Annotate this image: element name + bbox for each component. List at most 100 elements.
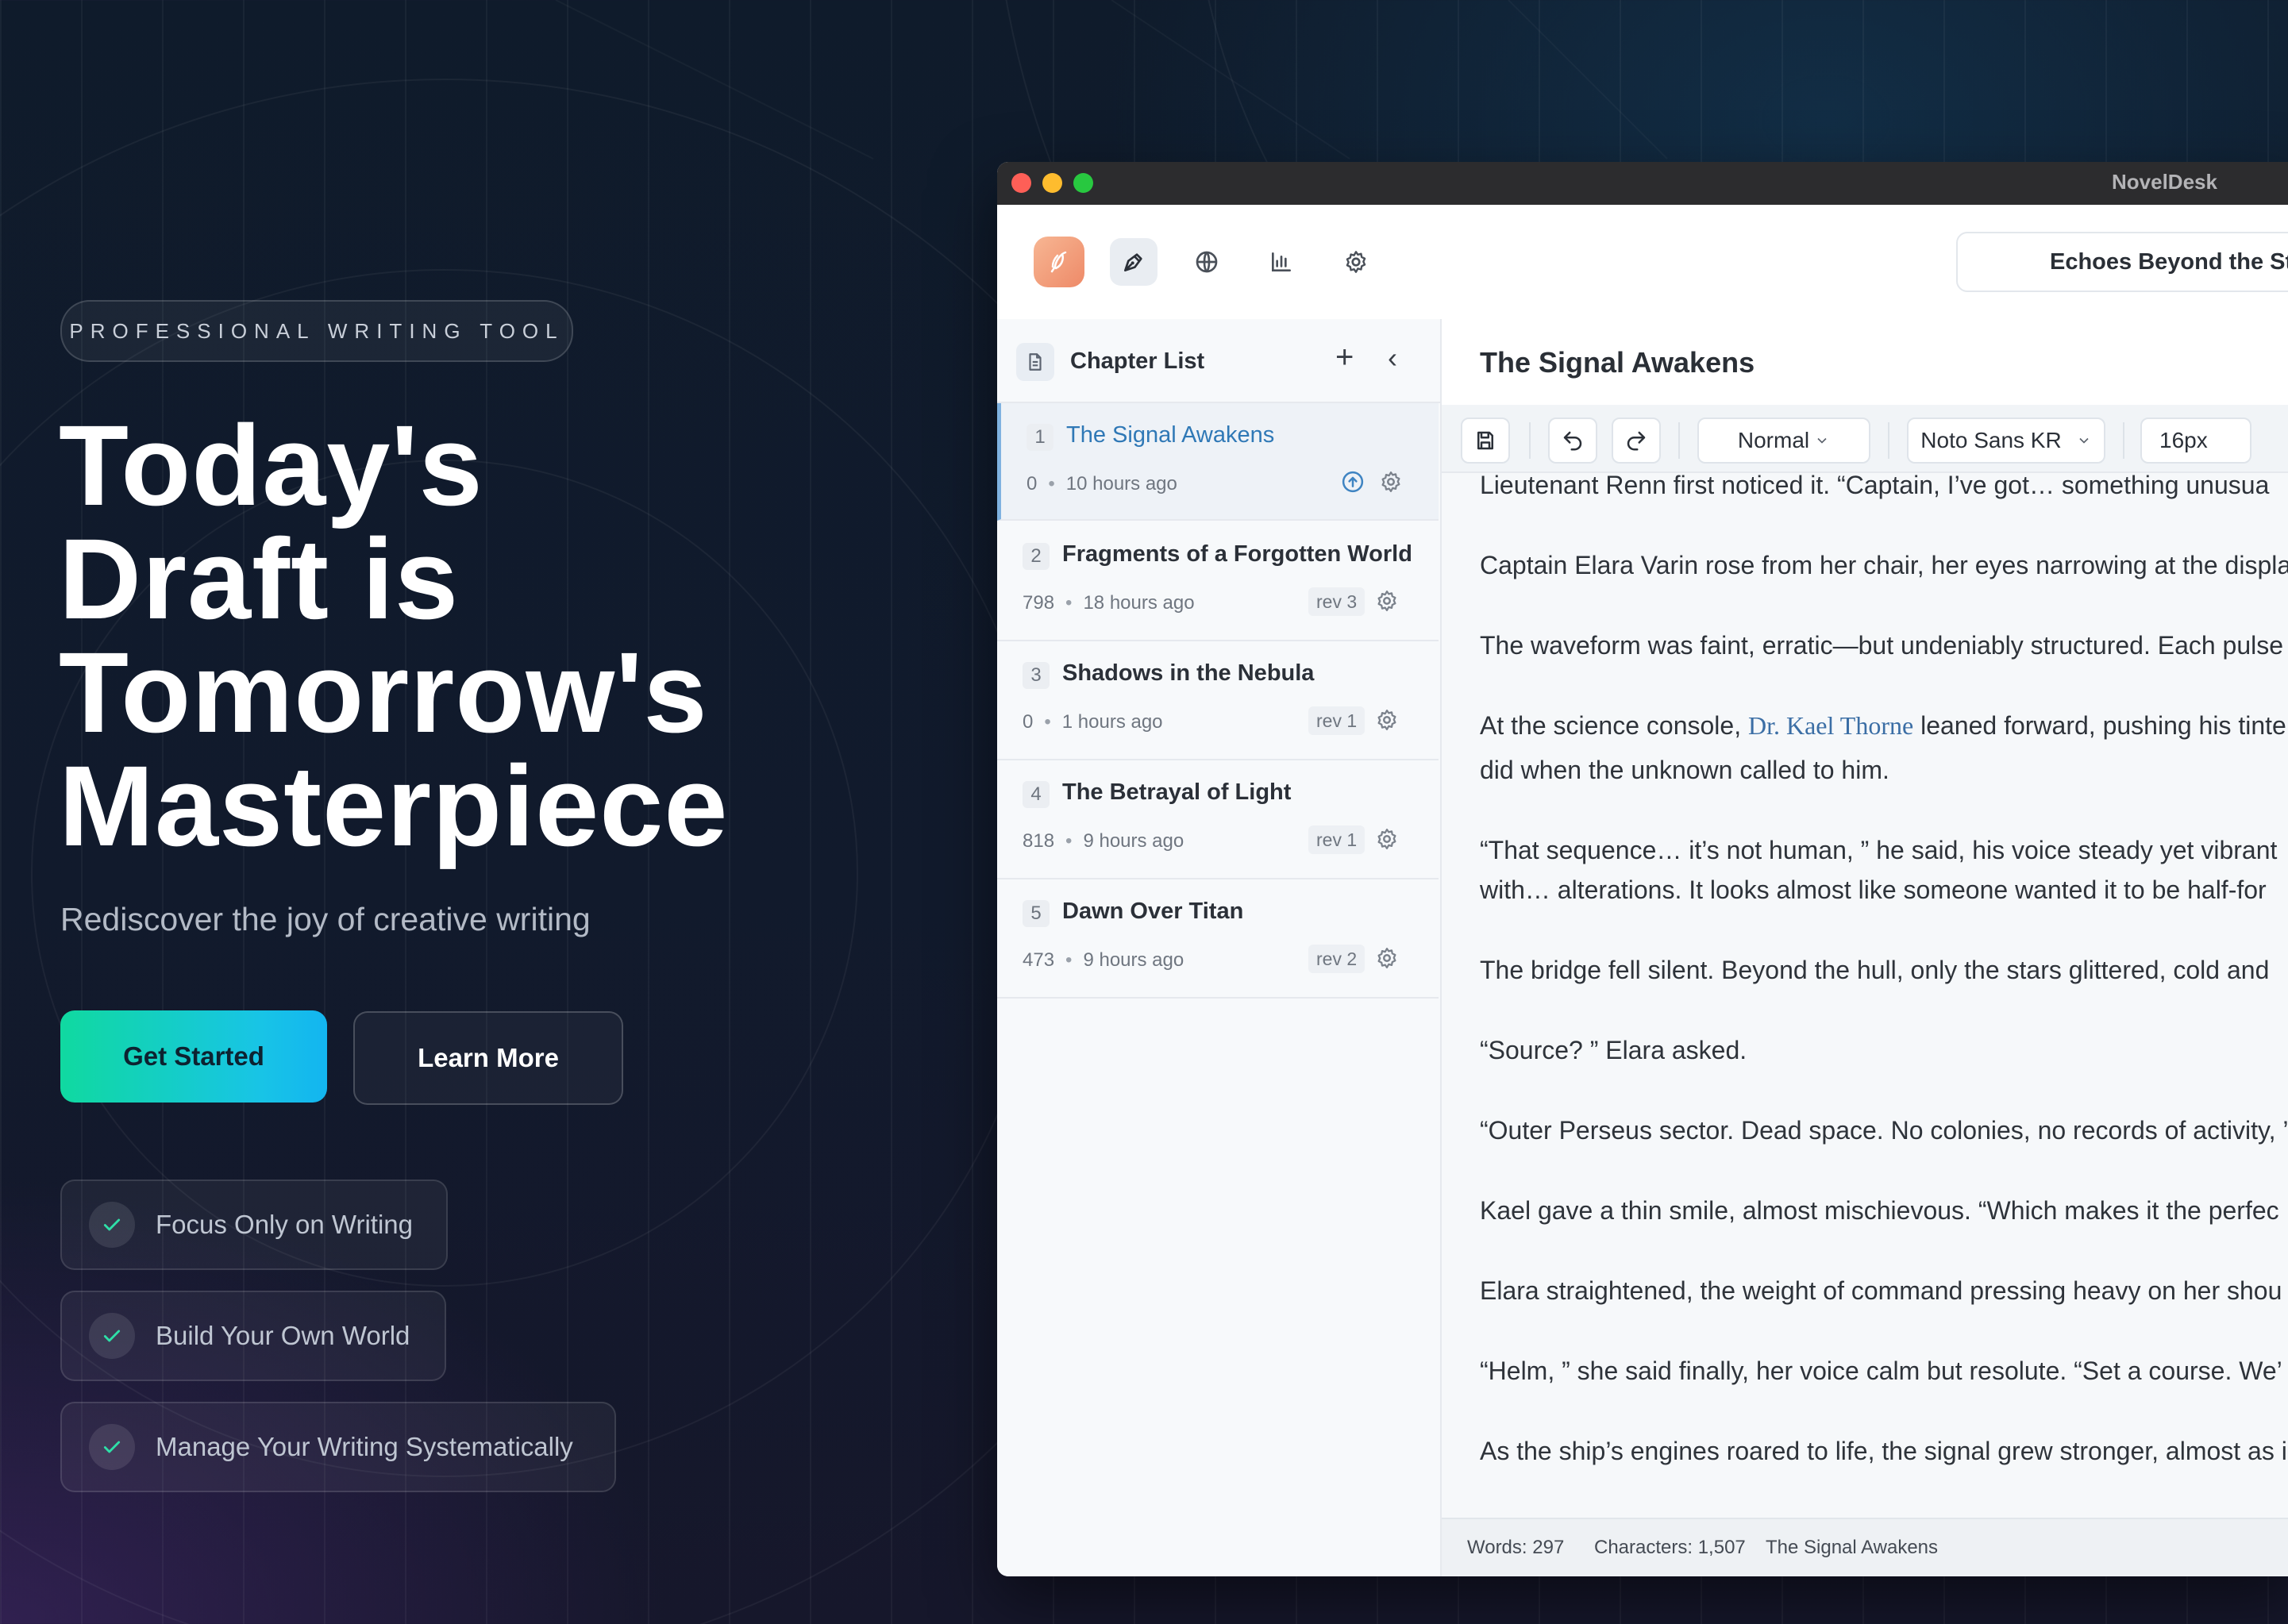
chevron-down-icon — [2079, 437, 2089, 444]
character-count-status: Characters: 1,507 — [1594, 1537, 1746, 1558]
feather-logo-icon — [1050, 251, 1067, 273]
chapter-meta: 818 • 9 hours ago — [1023, 830, 1184, 852]
redo-icon — [1627, 431, 1646, 451]
chevron-down-icon — [1817, 437, 1827, 444]
headline-line: Masterpiece — [59, 742, 729, 870]
close-window-button[interactable] — [1011, 173, 1031, 193]
paragraph: “That sequence… it’s not human, ” he sai… — [1480, 836, 2278, 864]
revision-badge: rev 1 — [1308, 825, 1365, 854]
size-value: 16px — [2159, 428, 2208, 452]
paragraph-style-select[interactable]: Normal — [1697, 418, 1870, 464]
paragraph: did when the unknown called to him. — [1480, 756, 1889, 784]
bar-chart-icon[interactable] — [1258, 238, 1305, 286]
paragraph: Elara straightened, the weight of comman… — [1480, 1276, 2282, 1305]
format-toolbar: Normal Noto Sans KR 16px — [1442, 405, 2288, 473]
chapter-item[interactable]: 3 Shadows in the Nebula 0 • 1 hours ago re… — [997, 641, 1439, 760]
chapter-item[interactable]: 4 The Betrayal of Light 818 • 9 hours ago … — [997, 760, 1439, 879]
font-size-select[interactable]: 16px — [2140, 418, 2251, 464]
separator — [1678, 422, 1680, 459]
feature-focus: Focus Only on Writing — [60, 1180, 448, 1270]
add-chapter-button[interactable]: + — [1335, 340, 1354, 375]
chapter-settings-icon[interactable] — [1379, 470, 1403, 498]
paragraph: “Helm, ” she said finally, her voice cal… — [1480, 1357, 2282, 1385]
globe-icon[interactable] — [1183, 238, 1231, 286]
feature-label: Manage Your Writing Systematically — [156, 1432, 573, 1461]
sidebar-title: Chapter List — [1070, 348, 1205, 374]
undo-icon — [1563, 431, 1582, 451]
check-icon — [89, 1202, 135, 1248]
hero-headline: Today's Draft is Tomorrow's Masterpiece — [59, 402, 853, 870]
chapter-item[interactable]: 2 Fragments of a Forgotten World 798 • 18 … — [997, 522, 1439, 641]
updated-time: 9 hours ago — [1083, 949, 1184, 971]
chapter-meta: 0 • 1 hours ago — [1023, 711, 1163, 733]
headline-line: Draft is — [59, 515, 460, 643]
chapter-title: Dawn Over Titan — [1062, 899, 1244, 924]
chapter-number: 1 — [1027, 424, 1053, 451]
word-count: 0 — [1027, 473, 1038, 495]
save-button[interactable] — [1461, 418, 1510, 464]
feature-manage: Manage Your Writing Systematically — [60, 1402, 616, 1492]
check-icon — [89, 1424, 135, 1470]
separator — [1529, 422, 1531, 459]
maximize-window-button[interactable] — [1073, 173, 1093, 193]
paragraph: “Source? ” Elara asked. — [1480, 1036, 1747, 1064]
word-count-status: Words: 297 — [1467, 1537, 1565, 1558]
project-title-field[interactable]: Echoes Beyond the Sta — [1956, 232, 2288, 292]
chapter-meta: 798 • 18 hours ago — [1023, 592, 1195, 614]
undo-button[interactable] — [1548, 418, 1597, 464]
updated-time: 9 hours ago — [1083, 830, 1184, 852]
top-toolbar: Echoes Beyond the Sta — [997, 205, 2288, 321]
editor-text-area[interactable]: Lieutenant Renn first noticed it. “Capta… — [1442, 473, 2288, 1519]
chapter-settings-icon[interactable] — [1375, 589, 1399, 617]
separator — [2123, 422, 2124, 459]
upload-icon[interactable] — [1341, 470, 1365, 498]
chapter-settings-icon[interactable] — [1375, 827, 1399, 855]
editor-header: The Signal Awakens — [1442, 319, 2288, 406]
feature-label: Build Your Own World — [156, 1321, 410, 1350]
chapter-number: 5 — [1023, 900, 1050, 927]
title-bar: NovelDesk — [997, 162, 2288, 205]
updated-time: 18 hours ago — [1083, 592, 1195, 614]
pen-nib-icon[interactable] — [1110, 238, 1157, 286]
chapter-meta: 473 • 9 hours ago — [1023, 949, 1184, 971]
chapter-title: The Signal Awakens — [1066, 422, 1275, 448]
feature-world: Build Your Own World — [60, 1291, 446, 1381]
document-icon — [1016, 343, 1054, 381]
headline-line: Tomorrow's — [59, 629, 708, 756]
learn-more-button[interactable]: Learn More — [353, 1011, 623, 1105]
editor-pane: The Signal Awakens Normal Noto Sans KR 1… — [1442, 319, 2288, 1576]
revision-badge: rev 3 — [1308, 587, 1365, 616]
revision-badge: rev 1 — [1308, 706, 1365, 735]
paragraph: The bridge fell silent. Beyond the hull,… — [1480, 956, 2270, 984]
get-started-button[interactable]: Get Started — [60, 1010, 327, 1103]
window-title: NovelDesk — [2112, 170, 2217, 194]
chapter-item[interactable]: 1 The Signal Awakens 0 • 10 hours ago — [997, 403, 1439, 521]
chapter-settings-icon[interactable] — [1375, 708, 1399, 736]
text-run: leaned forward, pushing his tinte — [1920, 711, 2286, 740]
redo-button[interactable] — [1612, 418, 1661, 464]
word-count: 798 — [1023, 592, 1055, 614]
check-icon — [89, 1313, 135, 1359]
save-icon — [1477, 431, 1493, 450]
font-family-select[interactable]: Noto Sans KR — [1907, 418, 2105, 464]
paragraph: The waveform was faint, erratic—but unde… — [1480, 631, 2284, 660]
chapter-settings-icon[interactable] — [1375, 946, 1399, 974]
separator — [1888, 422, 1889, 459]
paragraph: Lieutenant Renn first noticed it. “Capta… — [1480, 473, 2270, 499]
paragraph: with… alterations. It looks almost like … — [1480, 875, 2267, 904]
chapter-sidebar: Chapter List + ‹ 1 The Signal Awakens 0 •… — [997, 319, 1442, 1576]
minimize-window-button[interactable] — [1042, 173, 1062, 193]
sidebar-header: Chapter List + ‹ — [997, 319, 1440, 403]
gear-icon[interactable] — [1332, 238, 1380, 286]
feature-label: Focus Only on Writing — [156, 1210, 414, 1239]
word-count: 818 — [1023, 830, 1055, 852]
chapter-number: 3 — [1023, 662, 1050, 689]
chapter-meta: 0 • 10 hours ago — [1027, 473, 1177, 495]
character-link[interactable]: Dr. Kael Thorne — [1748, 711, 1913, 740]
collapse-sidebar-button[interactable]: ‹ — [1388, 341, 1397, 375]
text-run: At the science console, — [1480, 711, 1742, 740]
headline-line: Today's — [59, 402, 483, 529]
paragraph: Kael gave a thin smile, almost mischievo… — [1480, 1196, 2279, 1225]
chapter-item[interactable]: 5 Dawn Over Titan 473 • 9 hours ago rev 2 — [997, 879, 1439, 999]
chapter-number: 2 — [1023, 543, 1050, 570]
